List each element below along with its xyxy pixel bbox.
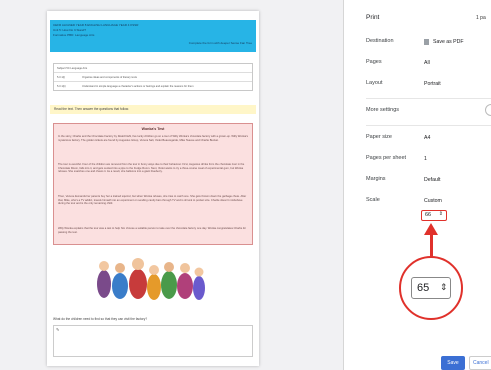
pencil-icon: ✎ <box>56 327 60 332</box>
save-button[interactable]: Save <box>441 356 465 370</box>
zoom-callout: 65 ⇕ <box>399 256 463 320</box>
story-paragraph: Then, Veruca demands her parents buy her… <box>58 195 247 205</box>
print-preview-area: CEFR ALIGNED YEAR 8 ENGLISH LANGUAGE YEA… <box>0 0 343 370</box>
page-count: 1 pa <box>476 15 486 21</box>
destination-select[interactable]: Save as PDF ▾ <box>419 36 491 48</box>
spinner-icon[interactable]: ⇕ <box>439 211 443 217</box>
pages-per-sheet-label: Pages per sheet <box>366 155 407 161</box>
standards-table: Subject 5C Language Arts 5.3.1(i) Organi… <box>53 63 253 91</box>
layout-label: Layout <box>366 80 383 86</box>
instruction-bar: Read the text. Then answer the questions… <box>50 105 256 114</box>
worksheet-header: CEFR ALIGNED YEAR 8 ENGLISH LANGUAGE YEA… <box>50 20 256 52</box>
table-cell: Subject 5C Language Arts <box>57 66 88 70</box>
pages-label: Pages <box>366 59 382 65</box>
margins-select[interactable]: Default ▾ <box>419 174 491 186</box>
story-box: Wonka's Test In the story, Charlie and t… <box>53 123 253 245</box>
characters-illustration <box>97 258 205 300</box>
layout-value: Portrait <box>424 81 441 87</box>
story-paragraph: In the story, Charlie and the Chocolate … <box>58 135 248 142</box>
spinner-icon[interactable]: ⇕ <box>440 282 448 293</box>
pages-value: All <box>424 60 430 66</box>
header-note: Complete the form with deeper Sense Fan … <box>188 41 252 45</box>
pages-per-sheet-select[interactable]: 1 ▾ <box>419 153 491 165</box>
print-title: Print <box>366 14 380 21</box>
preview-page: CEFR ALIGNED YEAR 8 ENGLISH LANGUAGE YEA… <box>47 11 259 366</box>
scale-input[interactable]: 66 ⇕ <box>421 210 447 221</box>
header-line: CEFR ALIGNED YEAR 8 ENGLISH LANGUAGE YEA… <box>53 23 139 27</box>
story-title: Wonka's Test <box>141 127 165 131</box>
table-row: 5.3.1(i) Organise ideas and components o… <box>54 72 252 81</box>
more-settings-toggle[interactable]: More settings <box>366 107 399 113</box>
zoom-value: 65 <box>417 282 430 294</box>
cancel-button[interactable]: Cancel <box>469 356 491 370</box>
paper-size-select[interactable]: A4 ▾ <box>419 132 491 144</box>
scale-input-zoomed[interactable]: 65 ⇕ <box>411 277 451 299</box>
scale-mode-value: Custom <box>424 198 442 204</box>
question-text: What do the children need to find so tha… <box>53 317 148 321</box>
layout-select[interactable]: Portrait ▾ <box>419 78 491 90</box>
table-cell: 5.3.1(ii) <box>57 84 66 88</box>
answer-box: ✎ <box>53 325 253 357</box>
divider <box>366 125 491 126</box>
header-line: Formative PBD: Language Arts <box>53 33 95 37</box>
table-cell: 5.3.1(i) <box>57 75 66 79</box>
pages-per-sheet-value: 1 <box>424 156 427 162</box>
scale-label: Scale <box>366 197 380 203</box>
story-paragraph: The tour is eventful. Four of the childr… <box>58 163 245 173</box>
margins-value: Default <box>424 177 441 183</box>
paper-size-value: A4 <box>424 135 431 141</box>
destination-label: Destination <box>366 38 394 44</box>
margins-label: Margins <box>366 176 386 182</box>
pdf-icon <box>424 38 429 45</box>
destination-value: Save as PDF <box>433 39 464 45</box>
header-line: Unit 5: How Do It Stand? <box>53 28 87 32</box>
annotation-arrow-head <box>424 223 438 235</box>
print-settings-panel: Print 1 pa Destination Save as PDF ▾ Pag… <box>344 0 491 370</box>
story-paragraph: Willy Wonka explains that the tour was a… <box>58 227 247 234</box>
table-cell: Understand in simple language a characte… <box>82 84 194 88</box>
scale-select[interactable]: Custom ▾ <box>419 195 491 207</box>
divider <box>366 98 491 99</box>
table-row: 5.3.1(ii) Understand in simple language … <box>54 81 252 90</box>
pages-select[interactable]: All ▾ <box>419 57 491 69</box>
paper-size-label: Paper size <box>366 134 392 140</box>
table-cell: Organise ideas and components of literar… <box>82 75 137 79</box>
scale-value: 66 <box>425 212 432 218</box>
expand-icon[interactable] <box>485 104 491 116</box>
table-row: Subject 5C Language Arts <box>54 64 252 72</box>
